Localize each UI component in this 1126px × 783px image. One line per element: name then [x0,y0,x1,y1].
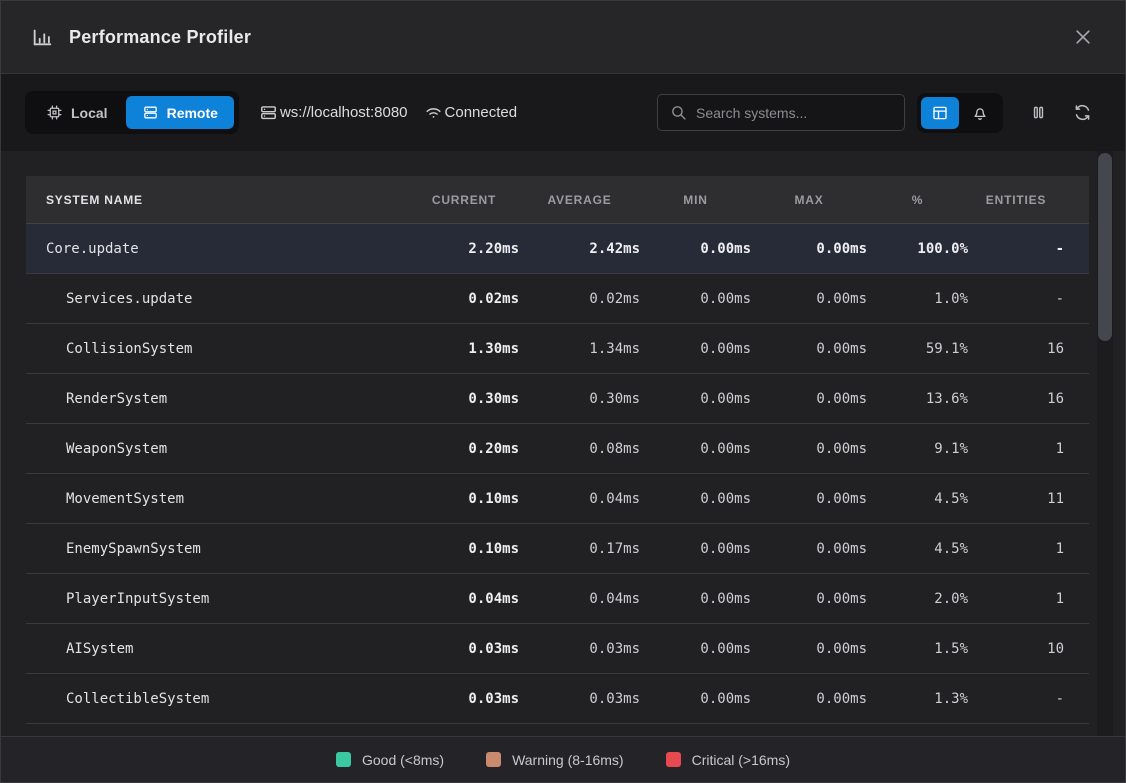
table-body: Core.update 2.20ms 2.42ms 0.00ms 0.00ms … [26,224,1089,724]
table-grid-icon [931,104,949,122]
legend-item: Warning (8-16ms) [486,752,624,768]
table-row[interactable]: CollectibleSystem 0.03ms 0.03ms 0.00ms 0… [26,674,1089,724]
view-toggle-group [917,93,1003,133]
table-row[interactable]: CollisionSystem 1.30ms 1.34ms 0.00ms 0.0… [26,324,1089,374]
column-header: % [867,193,968,207]
legend-swatch [336,752,351,767]
local-tab-label: Local [71,105,108,121]
alerts-button[interactable] [961,97,999,129]
column-header: MAX [751,193,867,207]
local-tab[interactable]: Local [30,96,124,129]
legend-bar: Good (<8ms) Warning (8-16ms) Critical (>… [1,736,1125,782]
pause-icon [1029,103,1048,122]
column-header: CURRENT [409,193,519,207]
column-header: AVERAGE [519,193,640,207]
page-title: Performance Profiler [69,27,251,48]
source-segmented-control: Local Remote [25,91,239,134]
bell-icon [971,104,989,122]
cpu-chip-icon [46,104,63,121]
remote-tab[interactable]: Remote [126,96,234,129]
performance-profiler-window: Performance Profiler Local [0,0,1126,783]
search-box [657,94,905,131]
bar-chart-icon [31,26,53,48]
table-view-button[interactable] [921,97,959,129]
ws-endpoint: ws://localhost:8080 [259,103,408,122]
table-row[interactable]: RenderSystem 0.30ms 0.30ms 0.00ms 0.00ms… [26,374,1089,424]
ws-url: ws://localhost:8080 [280,104,408,121]
profiler-table-area: SYSTEM NAMECURRENTAVERAGEMINMAX%ENTITIES… [1,151,1125,736]
systems-table: SYSTEM NAMECURRENTAVERAGEMINMAX%ENTITIES… [26,176,1089,724]
legend-item: Critical (>16ms) [666,752,790,768]
toolbar: Local Remote [1,74,1125,151]
table-row[interactable]: Services.update 0.02ms 0.02ms 0.00ms 0.0… [26,274,1089,324]
column-header: SYSTEM NAME [26,193,409,207]
remote-tab-label: Remote [167,105,218,121]
close-button[interactable] [1067,21,1099,53]
table-row[interactable]: Core.update 2.20ms 2.42ms 0.00ms 0.00ms … [26,224,1089,274]
table-row[interactable]: AISystem 0.03ms 0.03ms 0.00ms 0.00ms 1.5… [26,624,1089,674]
search-icon [670,104,687,121]
close-icon [1073,27,1093,47]
search-input[interactable] [696,105,892,121]
column-header: MIN [640,193,751,207]
window-header: Performance Profiler [1,1,1125,74]
column-header: ENTITIES [968,193,1064,207]
server-icon [259,103,278,122]
connection-status-label: Connected [445,104,518,121]
server-icon [142,104,159,121]
legend-label: Good (<8ms) [362,752,444,768]
scrollbar[interactable] [1097,151,1113,736]
connection-status: Connected [424,103,518,122]
scrollbar-thumb[interactable] [1098,153,1112,341]
legend-swatch [486,752,501,767]
table-row[interactable]: PlayerInputSystem 0.04ms 0.04ms 0.00ms 0… [26,574,1089,624]
legend-label: Warning (8-16ms) [512,752,624,768]
table-header-row: SYSTEM NAMECURRENTAVERAGEMINMAX%ENTITIES [26,176,1089,224]
refresh-button[interactable] [1065,96,1099,130]
table-row[interactable]: MovementSystem 0.10ms 0.04ms 0.00ms 0.00… [26,474,1089,524]
wifi-icon [424,103,443,122]
pause-button[interactable] [1021,96,1055,130]
legend-label: Critical (>16ms) [692,752,790,768]
legend-swatch [666,752,681,767]
refresh-icon [1073,103,1092,122]
table-row[interactable]: EnemySpawnSystem 0.10ms 0.17ms 0.00ms 0.… [26,524,1089,574]
table-row[interactable]: WeaponSystem 0.20ms 0.08ms 0.00ms 0.00ms… [26,424,1089,474]
legend-item: Good (<8ms) [336,752,444,768]
